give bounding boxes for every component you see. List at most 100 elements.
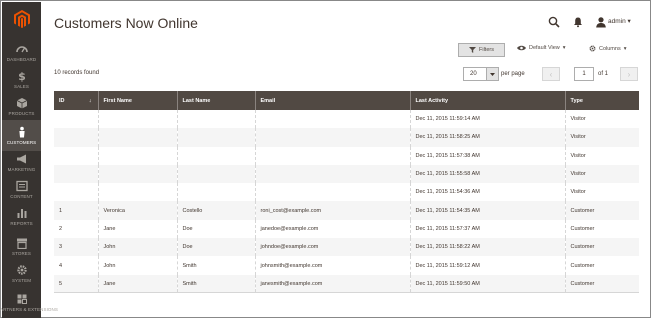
cell-type: Visitor [564, 183, 639, 202]
search-icon[interactable] [548, 16, 560, 28]
cell-id [54, 128, 98, 147]
cell-activity: Dec 11, 2015 11:54:35 AM [409, 201, 565, 220]
cell-last [176, 164, 255, 184]
sidebar-item-system[interactable]: System [2, 258, 41, 289]
customers-grid: ID ↓ First Name Last Name Email Last Acti… [54, 91, 639, 294]
per-page-select[interactable]: 20 [463, 67, 499, 81]
cell-type: Customer [564, 274, 639, 294]
sidebar-item-label: Stores [11, 251, 32, 256]
page-input[interactable]: 1 [574, 67, 594, 81]
cell-email: johndoe@example.com [254, 238, 410, 257]
person-icon [18, 126, 25, 138]
sidebar-item-find-partners-extensions[interactable]: Find Partners & Extensions [0, 288, 58, 316]
cell-first [97, 164, 177, 184]
cell-email [254, 128, 410, 147]
view-switcher[interactable]: Default View ▾ [517, 45, 566, 51]
user-menu[interactable]: admin ▾ [608, 17, 631, 25]
dashboard-icon [15, 46, 28, 53]
cell-last: Costello [176, 201, 255, 220]
filters-button[interactable]: Filters [458, 43, 505, 57]
cell-type: Visitor [564, 146, 639, 165]
table-row[interactable]: Dec 11, 2015 11:59:14 AM Visitor [54, 110, 639, 129]
cell-last: Smith [176, 256, 255, 275]
column-header-last-name[interactable]: Last Name [176, 91, 255, 110]
store-icon [16, 238, 27, 249]
table-row[interactable]: 2 Jane Doe janedoe@example.com Dec 11, 2015 … [54, 219, 639, 239]
table-row[interactable]: Dec 11, 2015 11:58:25 AM Visitor [54, 128, 639, 147]
sidebar-item-label: Content [10, 194, 33, 199]
table-row[interactable]: 3 John Doe johndoe@example.com Dec 11, 2015 … [54, 238, 639, 257]
chevron-down-icon: ▾ [627, 18, 631, 25]
table-row[interactable]: Dec 11, 2015 11:55:58 AM Visitor [54, 164, 639, 184]
sort-arrow-icon: ↓ [88, 97, 92, 104]
cell-email [254, 110, 410, 129]
admin-page: Dashboard $ Sales Products Customers Marketin… [0, 0, 651, 318]
next-page-button[interactable]: › [620, 67, 638, 81]
cell-first: Jane [97, 219, 177, 239]
cell-id [54, 183, 98, 202]
column-header-type[interactable]: Type [564, 91, 639, 110]
cell-first [97, 110, 177, 129]
magento-logo-icon [13, 10, 30, 28]
cell-type: Customer [564, 256, 639, 275]
cell-first [97, 146, 177, 165]
cell-last [176, 146, 255, 165]
sidebar-item-label: Marketing [7, 167, 36, 172]
cell-activity: Dec 11, 2015 11:59:50 AM [409, 274, 565, 294]
view-label: Default View [529, 45, 560, 51]
cell-id: 5 [54, 274, 98, 294]
magento-logo[interactable] [2, 2, 41, 36]
cell-email: johnsmith@example.com [254, 256, 410, 275]
cell-first [97, 183, 177, 202]
partners-icon [17, 294, 27, 304]
user-icon[interactable] [595, 16, 607, 28]
cell-first: Veronica [97, 201, 177, 220]
cell-email: janedoe@example.com [254, 219, 410, 239]
column-header-last-activity[interactable]: Last Activity [409, 91, 565, 110]
cell-type: Visitor [564, 164, 639, 184]
cell-activity: Dec 11, 2015 11:58:25 AM [409, 128, 565, 147]
per-page-value: 20 [470, 71, 477, 77]
prev-page-button[interactable]: ‹ [542, 67, 560, 81]
per-page-label: per page [501, 71, 525, 77]
sidebar-item-products[interactable]: Products [2, 91, 41, 122]
cell-id: 1 [54, 201, 98, 220]
table-row[interactable]: 4 John Smith johnsmith@example.com Dec 11, 2… [54, 256, 639, 275]
column-header-first-name[interactable]: First Name [97, 91, 177, 110]
cell-id [54, 164, 98, 184]
content-icon [15, 180, 28, 192]
column-header-id[interactable]: ID ↓ [54, 91, 98, 110]
cell-first: Jane [97, 274, 177, 294]
grid-header-row: ID ↓ First Name Last Name Email Last Acti… [54, 91, 639, 110]
cube-icon [16, 98, 27, 109]
table-row[interactable]: 1 Veronica Costello roni_cost@example.com De… [54, 201, 639, 220]
cell-activity: Dec 11, 2015 11:57:38 AM [409, 146, 565, 165]
sidebar-item-reports[interactable]: Reports [2, 201, 41, 232]
table-row[interactable]: 5 Jane Smith janesmith@example.com Dec 11, 2… [54, 274, 639, 294]
cell-type: Visitor [564, 128, 639, 147]
cell-activity: Dec 11, 2015 11:57:37 AM [409, 219, 565, 239]
cell-activity: Dec 11, 2015 11:59:12 AM [409, 256, 565, 275]
table-row[interactable]: Dec 11, 2015 11:57:38 AM Visitor [54, 146, 639, 165]
cell-id: 3 [54, 238, 98, 257]
table-row[interactable]: Dec 11, 2015 11:54:36 AM Visitor [54, 183, 639, 202]
chevron-down-icon: ▾ [623, 45, 627, 52]
chevron-down-icon[interactable] [486, 68, 498, 80]
cell-first [97, 128, 177, 147]
column-label: ID [59, 97, 65, 104]
column-header-email[interactable]: Email [254, 91, 410, 110]
records-found: 10 records found [54, 70, 100, 76]
sidebar-item-label: Products [8, 111, 35, 116]
user-name: admin [608, 18, 626, 25]
bell-icon[interactable] [572, 16, 584, 28]
gear-icon [589, 45, 596, 52]
cell-type: Visitor [564, 110, 639, 129]
filters-label: Filters [479, 47, 494, 53]
page-title: Customers Now Online [54, 15, 198, 31]
cell-first: John [97, 256, 177, 275]
columns-label: Columns [599, 45, 621, 52]
columns-control[interactable]: Columns ▾ [589, 45, 626, 52]
cell-activity: Dec 11, 2015 11:59:14 AM [409, 110, 565, 129]
chevron-right-icon: › [627, 69, 631, 79]
cell-last: Doe [176, 219, 255, 239]
